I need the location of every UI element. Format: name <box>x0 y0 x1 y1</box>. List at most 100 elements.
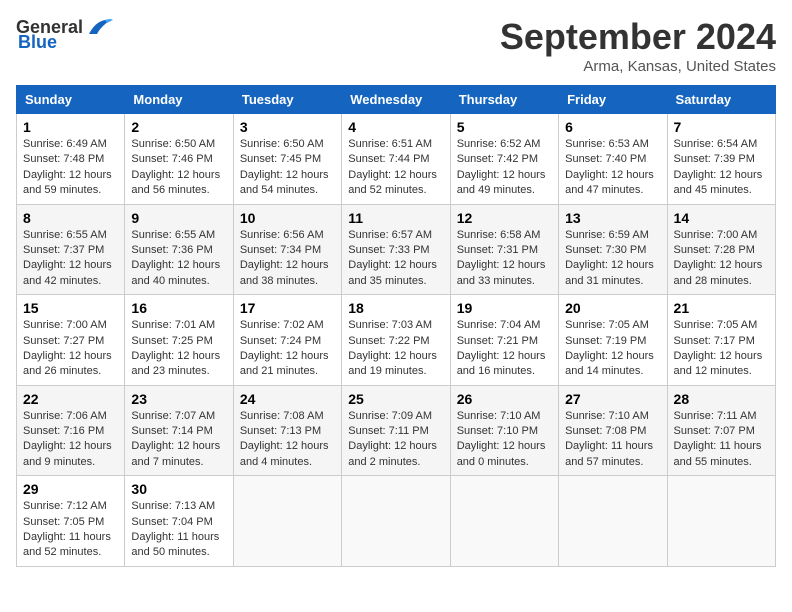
calendar-header-row: SundayMondayTuesdayWednesdayThursdayFrid… <box>17 86 776 114</box>
calendar-week-2: 8 Sunrise: 6:55 AM Sunset: 7:37 PM Dayli… <box>17 204 776 295</box>
day-info: Sunrise: 6:52 AM Sunset: 7:42 PM Dayligh… <box>457 137 552 199</box>
day-number: 17 <box>240 300 335 316</box>
day-info: Sunrise: 7:00 AM Sunset: 7:28 PM Dayligh… <box>674 228 769 290</box>
calendar-cell: 18 Sunrise: 7:03 AM Sunset: 7:22 PM Dayl… <box>342 295 450 386</box>
calendar-cell <box>450 476 558 567</box>
calendar-cell: 1 Sunrise: 6:49 AM Sunset: 7:48 PM Dayli… <box>17 114 125 205</box>
calendar-cell: 13 Sunrise: 6:59 AM Sunset: 7:30 PM Dayl… <box>559 204 667 295</box>
calendar-cell: 4 Sunrise: 6:51 AM Sunset: 7:44 PM Dayli… <box>342 114 450 205</box>
day-number: 1 <box>23 119 118 135</box>
day-number: 29 <box>23 481 118 497</box>
calendar-cell: 19 Sunrise: 7:04 AM Sunset: 7:21 PM Dayl… <box>450 295 558 386</box>
calendar-header-wednesday: Wednesday <box>342 86 450 114</box>
title-area: September 2024 Arma, Kansas, United Stat… <box>500 16 776 75</box>
day-info: Sunrise: 6:50 AM Sunset: 7:45 PM Dayligh… <box>240 137 335 199</box>
day-number: 11 <box>348 210 443 226</box>
logo-blue-text: Blue <box>18 32 57 53</box>
calendar-cell: 22 Sunrise: 7:06 AM Sunset: 7:16 PM Dayl… <box>17 385 125 476</box>
day-number: 10 <box>240 210 335 226</box>
calendar-week-1: 1 Sunrise: 6:49 AM Sunset: 7:48 PM Dayli… <box>17 114 776 205</box>
calendar-cell: 26 Sunrise: 7:10 AM Sunset: 7:10 PM Dayl… <box>450 385 558 476</box>
day-info: Sunrise: 6:55 AM Sunset: 7:36 PM Dayligh… <box>131 228 226 290</box>
calendar-cell: 17 Sunrise: 7:02 AM Sunset: 7:24 PM Dayl… <box>233 295 341 386</box>
day-info: Sunrise: 7:05 AM Sunset: 7:17 PM Dayligh… <box>674 318 769 380</box>
day-info: Sunrise: 7:03 AM Sunset: 7:22 PM Dayligh… <box>348 318 443 380</box>
day-info: Sunrise: 7:12 AM Sunset: 7:05 PM Dayligh… <box>23 499 118 561</box>
calendar-header-tuesday: Tuesday <box>233 86 341 114</box>
day-info: Sunrise: 7:08 AM Sunset: 7:13 PM Dayligh… <box>240 409 335 471</box>
calendar-week-3: 15 Sunrise: 7:00 AM Sunset: 7:27 PM Dayl… <box>17 295 776 386</box>
calendar-cell: 24 Sunrise: 7:08 AM Sunset: 7:13 PM Dayl… <box>233 385 341 476</box>
calendar-cell: 25 Sunrise: 7:09 AM Sunset: 7:11 PM Dayl… <box>342 385 450 476</box>
day-info: Sunrise: 7:07 AM Sunset: 7:14 PM Dayligh… <box>131 409 226 471</box>
day-number: 15 <box>23 300 118 316</box>
day-info: Sunrise: 7:13 AM Sunset: 7:04 PM Dayligh… <box>131 499 226 561</box>
day-info: Sunrise: 6:58 AM Sunset: 7:31 PM Dayligh… <box>457 228 552 290</box>
calendar-cell: 6 Sunrise: 6:53 AM Sunset: 7:40 PM Dayli… <box>559 114 667 205</box>
day-number: 28 <box>674 391 769 407</box>
calendar-cell: 11 Sunrise: 6:57 AM Sunset: 7:33 PM Dayl… <box>342 204 450 295</box>
logo-bird-icon <box>85 16 113 38</box>
day-number: 14 <box>674 210 769 226</box>
calendar-cell <box>342 476 450 567</box>
calendar-header-friday: Friday <box>559 86 667 114</box>
day-number: 13 <box>565 210 660 226</box>
day-number: 22 <box>23 391 118 407</box>
calendar-cell: 14 Sunrise: 7:00 AM Sunset: 7:28 PM Dayl… <box>667 204 775 295</box>
day-number: 20 <box>565 300 660 316</box>
day-number: 24 <box>240 391 335 407</box>
day-number: 26 <box>457 391 552 407</box>
day-info: Sunrise: 7:06 AM Sunset: 7:16 PM Dayligh… <box>23 409 118 471</box>
day-info: Sunrise: 7:05 AM Sunset: 7:19 PM Dayligh… <box>565 318 660 380</box>
day-info: Sunrise: 6:54 AM Sunset: 7:39 PM Dayligh… <box>674 137 769 199</box>
day-number: 21 <box>674 300 769 316</box>
day-number: 7 <box>674 119 769 135</box>
calendar-cell: 9 Sunrise: 6:55 AM Sunset: 7:36 PM Dayli… <box>125 204 233 295</box>
calendar-cell: 7 Sunrise: 6:54 AM Sunset: 7:39 PM Dayli… <box>667 114 775 205</box>
day-info: Sunrise: 7:10 AM Sunset: 7:08 PM Dayligh… <box>565 409 660 471</box>
day-info: Sunrise: 7:09 AM Sunset: 7:11 PM Dayligh… <box>348 409 443 471</box>
day-number: 8 <box>23 210 118 226</box>
day-number: 23 <box>131 391 226 407</box>
day-number: 9 <box>131 210 226 226</box>
calendar-cell: 15 Sunrise: 7:00 AM Sunset: 7:27 PM Dayl… <box>17 295 125 386</box>
calendar-cell: 20 Sunrise: 7:05 AM Sunset: 7:19 PM Dayl… <box>559 295 667 386</box>
day-number: 19 <box>457 300 552 316</box>
calendar-cell: 16 Sunrise: 7:01 AM Sunset: 7:25 PM Dayl… <box>125 295 233 386</box>
calendar-cell: 23 Sunrise: 7:07 AM Sunset: 7:14 PM Dayl… <box>125 385 233 476</box>
header: General Blue September 2024 Arma, Kansas… <box>16 16 776 75</box>
calendar-cell: 10 Sunrise: 6:56 AM Sunset: 7:34 PM Dayl… <box>233 204 341 295</box>
day-number: 2 <box>131 119 226 135</box>
calendar-header-saturday: Saturday <box>667 86 775 114</box>
day-number: 30 <box>131 481 226 497</box>
day-info: Sunrise: 6:49 AM Sunset: 7:48 PM Dayligh… <box>23 137 118 199</box>
calendar-cell: 5 Sunrise: 6:52 AM Sunset: 7:42 PM Dayli… <box>450 114 558 205</box>
calendar-week-4: 22 Sunrise: 7:06 AM Sunset: 7:16 PM Dayl… <box>17 385 776 476</box>
month-title: September 2024 <box>500 16 776 58</box>
calendar-cell: 3 Sunrise: 6:50 AM Sunset: 7:45 PM Dayli… <box>233 114 341 205</box>
day-info: Sunrise: 7:00 AM Sunset: 7:27 PM Dayligh… <box>23 318 118 380</box>
calendar-header-sunday: Sunday <box>17 86 125 114</box>
calendar-header-thursday: Thursday <box>450 86 558 114</box>
day-info: Sunrise: 6:53 AM Sunset: 7:40 PM Dayligh… <box>565 137 660 199</box>
calendar-week-5: 29 Sunrise: 7:12 AM Sunset: 7:05 PM Dayl… <box>17 476 776 567</box>
calendar-cell: 8 Sunrise: 6:55 AM Sunset: 7:37 PM Dayli… <box>17 204 125 295</box>
day-number: 5 <box>457 119 552 135</box>
calendar-header-monday: Monday <box>125 86 233 114</box>
calendar-table: SundayMondayTuesdayWednesdayThursdayFrid… <box>16 85 776 567</box>
day-info: Sunrise: 6:55 AM Sunset: 7:37 PM Dayligh… <box>23 228 118 290</box>
location-subtitle: Arma, Kansas, United States <box>500 58 776 75</box>
calendar-cell <box>667 476 775 567</box>
day-number: 12 <box>457 210 552 226</box>
logo: General Blue <box>16 16 113 53</box>
day-info: Sunrise: 6:51 AM Sunset: 7:44 PM Dayligh… <box>348 137 443 199</box>
day-info: Sunrise: 7:04 AM Sunset: 7:21 PM Dayligh… <box>457 318 552 380</box>
calendar-cell: 21 Sunrise: 7:05 AM Sunset: 7:17 PM Dayl… <box>667 295 775 386</box>
day-info: Sunrise: 6:56 AM Sunset: 7:34 PM Dayligh… <box>240 228 335 290</box>
day-number: 16 <box>131 300 226 316</box>
day-info: Sunrise: 7:01 AM Sunset: 7:25 PM Dayligh… <box>131 318 226 380</box>
day-info: Sunrise: 7:11 AM Sunset: 7:07 PM Dayligh… <box>674 409 769 471</box>
calendar-body: 1 Sunrise: 6:49 AM Sunset: 7:48 PM Dayli… <box>17 114 776 567</box>
calendar-cell: 28 Sunrise: 7:11 AM Sunset: 7:07 PM Dayl… <box>667 385 775 476</box>
calendar-cell: 29 Sunrise: 7:12 AM Sunset: 7:05 PM Dayl… <box>17 476 125 567</box>
